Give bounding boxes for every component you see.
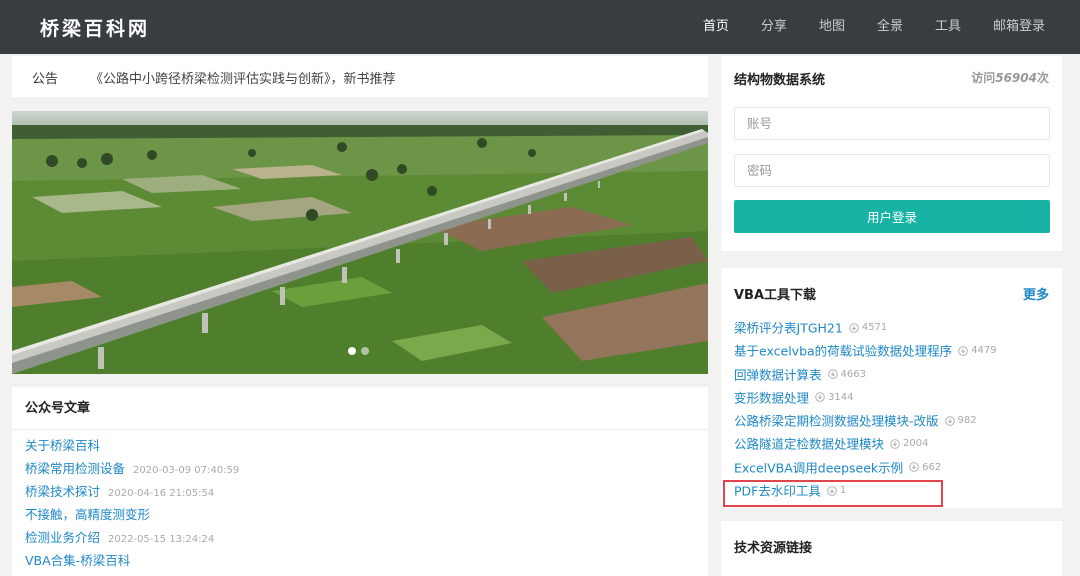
download-number: 2004 <box>903 438 929 450</box>
download-icon <box>909 462 919 473</box>
list-item: 关于桥梁百科 <box>25 434 708 457</box>
carousel-dots <box>348 347 369 355</box>
download-icon <box>827 369 838 379</box>
article-link[interactable]: 检测业务介绍 <box>25 530 100 545</box>
nav-panorama[interactable]: 全景 <box>861 0 919 54</box>
tool-link[interactable]: 梁桥评分表JTGH21 <box>734 321 843 336</box>
notice-text[interactable]: 《公路中小跨径桥梁检测评估实践与创新》，新书推荐 <box>90 68 396 87</box>
user-login-button[interactable]: 用户登录 <box>734 200 1050 233</box>
account-input[interactable] <box>734 107 1050 140</box>
article-date: 2020-04-16 21:05:54 <box>108 488 215 499</box>
list-item: 梁桥评分表JTGH21 4571 <box>734 316 997 339</box>
download-number: 4479 <box>971 345 997 357</box>
download-number: 3144 <box>828 391 854 403</box>
download-count: 2004 <box>890 432 928 455</box>
banner-carousel[interactable] <box>12 111 708 374</box>
visits-prefix: 访问 <box>971 71 996 85</box>
list-item: 公路隧道定检数据处理模块 2004 <box>734 432 997 455</box>
nav-tools[interactable]: 工具 <box>919 0 977 54</box>
tool-link[interactable]: 基于excelvba的荷载试验数据处理程序 <box>734 344 952 359</box>
download-count: 3144 <box>815 386 853 409</box>
tech-resources-panel: 技术资源链接 <box>721 521 1062 576</box>
list-item: 公路桥梁定期检测数据处理模块-改版 982 <box>734 409 997 432</box>
tool-link[interactable]: 公路隧道定检数据处理模块 <box>734 437 884 452</box>
download-number: 982 <box>957 415 977 427</box>
main-nav: 首页 分享 地图 全景 工具 邮箱登录 <box>687 0 1045 54</box>
article-date: 2022-05-15 13:24:24 <box>108 534 215 545</box>
list-item: 不接触，高精度测变形 <box>25 503 708 526</box>
nav-email-login[interactable]: 邮箱登录 <box>977 0 1045 54</box>
password-input[interactable] <box>734 154 1050 187</box>
article-link[interactable]: 桥梁常用检测设备 <box>25 461 125 476</box>
download-count: 4571 <box>849 316 887 339</box>
wechat-articles-panel: 公众号文章 关于桥梁百科 桥梁常用检测设备 2020-03-09 07:40:59… <box>12 387 708 576</box>
list-item: 回弹数据计算表 4663 <box>734 363 997 386</box>
list-item: 变形数据处理 3144 <box>734 386 997 409</box>
download-icon <box>890 439 900 449</box>
login-panel: 结构物数据系统 访问56904次 用户登录 <box>721 56 1062 251</box>
tool-link[interactable]: 回弹数据计算表 <box>734 367 822 382</box>
download-icon <box>958 346 968 356</box>
download-icon <box>849 322 859 333</box>
articles-list: 关于桥梁百科 桥梁常用检测设备 2020-03-09 07:40:59 桥梁技术探… <box>12 430 708 572</box>
download-number: 4663 <box>840 368 866 380</box>
visit-counter: 访问56904次 <box>971 69 1049 86</box>
tool-link[interactable]: 公路桥梁定期检测数据处理模块-改版 <box>734 414 939 429</box>
download-count: 4479 <box>958 339 997 362</box>
list-item: 基于excelvba的荷载试验数据处理程序 4479 <box>734 339 997 362</box>
notice-label: 公告 <box>32 72 59 87</box>
notice-bar: 公告 《公路中小跨径桥梁检测评估实践与创新》，新书推荐 <box>12 56 708 97</box>
bridge-landscape-image <box>12 111 708 374</box>
article-link[interactable]: 关于桥梁百科 <box>25 438 100 453</box>
carousel-dot-1[interactable] <box>348 347 356 355</box>
list-item: VBA合集-桥梁百科 <box>25 549 708 572</box>
download-count: 982 <box>944 409 977 432</box>
download-number: 4571 <box>861 322 888 333</box>
download-icon <box>944 415 955 426</box>
nav-share[interactable]: 分享 <box>745 0 803 54</box>
visits-count: 56904 <box>995 71 1037 85</box>
nav-home[interactable]: 首页 <box>687 0 745 54</box>
site-logo[interactable]: 桥梁百科网 <box>40 14 150 41</box>
list-item: 桥梁技术探讨 2020-04-16 21:05:54 <box>25 480 708 503</box>
list-item: 桥梁常用检测设备 2020-03-09 07:40:59 <box>25 457 708 480</box>
article-link[interactable]: 桥梁技术探讨 <box>25 484 100 499</box>
article-link[interactable]: VBA合集-桥梁百科 <box>25 553 130 568</box>
top-navbar: 桥梁百科网 首页 分享 地图 全景 工具 邮箱登录 <box>0 0 1080 54</box>
list-item: ExcelVBA调用deepseek示例 662 <box>734 456 997 479</box>
download-icon <box>815 392 825 403</box>
article-date: 2020-03-09 07:40:59 <box>133 465 240 476</box>
list-item: 检测业务介绍 2022-05-15 13:24:24 <box>25 526 708 549</box>
tech-title: 技术资源链接 <box>734 541 813 556</box>
vba-tools-list: 梁桥评分表JTGH21 4571 基于excelvba的荷载试验数据处理程序 447… <box>734 316 997 502</box>
carousel-dot-2[interactable] <box>361 347 369 355</box>
vba-title: VBA工具下载 <box>734 288 817 303</box>
download-count: 4663 <box>827 363 866 386</box>
articles-title: 公众号文章 <box>12 387 708 430</box>
visits-suffix: 次 <box>1036 71 1049 85</box>
tool-link[interactable]: ExcelVBA调用deepseek示例 <box>734 460 903 475</box>
nav-map[interactable]: 地图 <box>803 0 861 54</box>
tool-link[interactable]: 变形数据处理 <box>734 390 809 405</box>
article-link[interactable]: 不接触，高精度测变形 <box>25 507 150 522</box>
highlight-box <box>723 480 943 507</box>
more-link[interactable]: 更多 <box>1023 284 1049 303</box>
download-count: 662 <box>909 456 941 479</box>
vba-tools-panel: VBA工具下载 更多 梁桥评分表JTGH21 4571 基于excelvba的荷载… <box>721 268 1062 508</box>
download-number: 662 <box>922 461 942 473</box>
login-title: 结构物数据系统 <box>734 73 826 88</box>
